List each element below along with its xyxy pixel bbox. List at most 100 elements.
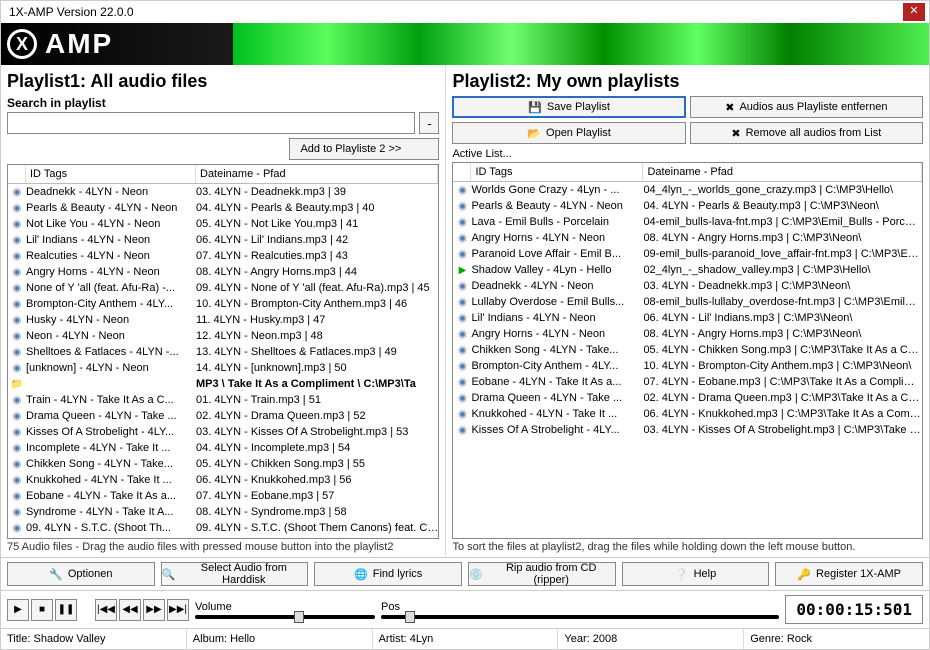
list-item[interactable]: ◉Chikken Song - 4LYN - Take...05. 4LYN -… (8, 456, 438, 472)
list-item[interactable]: ◉Lullaby Overdose - Emil Bulls...08-emil… (453, 294, 922, 310)
list-item[interactable]: ◉Worlds Gone Crazy - 4Lyn - ...04_4lyn_-… (453, 182, 922, 198)
playlist1-col-filename[interactable]: Dateiname - Pfad (196, 165, 438, 183)
window-close-button[interactable]: ✕ (903, 3, 925, 21)
list-item-idtag: Angry Horns - 4LYN - Neon (471, 232, 643, 244)
list-item[interactable]: ◉Eobane - 4LYN - Take It As a...07. 4LYN… (8, 488, 438, 504)
list-item[interactable]: ◉Knukkohed - 4LYN - Take It ...06. 4LYN … (8, 472, 438, 488)
list-item[interactable]: ◉Take It As A Compliment - 4L10. 4LYN - … (8, 536, 438, 538)
list-item[interactable]: ◉Lava - Emil Bulls - Porcelain04-emil_bu… (453, 214, 922, 230)
list-item-filename: 07. 4LYN - Eobane.mp3 | C:\MP3\Take It A… (643, 376, 922, 388)
list-item[interactable]: ◉Syndrome - 4LYN - Take It A...08. 4LYN … (8, 504, 438, 520)
list-item[interactable]: ◉Neon - 4LYN - Neon12. 4LYN - Neon.mp3 |… (8, 328, 438, 344)
options-button[interactable]: 🔧Optionen (7, 562, 155, 586)
list-item[interactable]: ◉Lil' Indians - 4LYN - Neon06. 4LYN - Li… (453, 310, 922, 326)
remove-all-button[interactable]: ✖ Remove all audios from List (690, 122, 923, 144)
list-item[interactable]: ◉Train - 4LYN - Take It As a C...01. 4LY… (8, 392, 438, 408)
forward-button[interactable]: ▶▶ (143, 599, 165, 621)
list-item[interactable]: ◉Lil' Indians - 4LYN - Neon06. 4LYN - Li… (8, 232, 438, 248)
list-item[interactable]: ◉None of Y 'all (feat. Afu-Ra) -...09. 4… (8, 280, 438, 296)
list-item[interactable]: ◉Eobane - 4LYN - Take It As a...07. 4LYN… (453, 374, 922, 390)
list-item-idtag: Husky - 4LYN - Neon (26, 314, 196, 326)
disc-icon: ◉ (453, 201, 471, 212)
list-item[interactable]: ◉Husky - 4LYN - Neon11. 4LYN - Husky.mp3… (8, 312, 438, 328)
list-item[interactable]: ◉Kisses Of A Strobelight - 4LY...03. 4LY… (8, 424, 438, 440)
list-item[interactable]: ◉Deadnekk - 4LYN - Neon03. 4LYN - Deadne… (8, 184, 438, 200)
volume-slider[interactable] (195, 615, 375, 619)
playlist2-col-idtags[interactable]: ID Tags (471, 163, 643, 181)
list-item-idtag: Lil' Indians - 4LYN - Neon (26, 234, 196, 246)
rip-audio-button[interactable]: 💿Rip audio from CD (ripper) (468, 562, 616, 586)
list-item[interactable]: ◉Deadnekk - 4LYN - Neon03. 4LYN - Deadne… (453, 278, 922, 294)
list-item[interactable]: ▶Shadow Valley - 4Lyn - Hello02_4lyn_-_s… (453, 262, 922, 278)
stop-button[interactable]: ■ (31, 599, 53, 621)
list-item[interactable]: ◉Brompton-City Anthem - 4LY...10. 4LYN -… (8, 296, 438, 312)
list-item[interactable]: ◉Kisses Of A Strobelight - 4LY...03. 4LY… (453, 422, 922, 438)
select-audio-harddisk-button[interactable]: 🔍Select Audio from Harddisk (161, 562, 309, 586)
pause-button[interactable]: ❚❚ (55, 599, 77, 621)
rewind-button[interactable]: ◀◀ (119, 599, 141, 621)
list-item[interactable]: ◉Pearls & Beauty - 4LYN - Neon04. 4LYN -… (453, 198, 922, 214)
list-item[interactable]: ◉Paranoid Love Affair - Emil B...09-emil… (453, 246, 922, 262)
key-icon: 🔑 (797, 568, 811, 581)
next-track-button[interactable]: ▶▶| (167, 599, 189, 621)
list-item[interactable]: ◉Chikken Song - 4LYN - Take...05. 4LYN -… (453, 342, 922, 358)
list-item[interactable]: ◉Not Like You - 4LYN - Neon05. 4LYN - No… (8, 216, 438, 232)
list-item-filename: 12. 4LYN - Neon.mp3 | 48 (196, 330, 438, 342)
list-item[interactable]: ◉Angry Horns - 4LYN - Neon08. 4LYN - Ang… (8, 264, 438, 280)
playlist2-hint: To sort the files at playlist2, drag the… (452, 539, 923, 555)
binocular-icon: 🔍 (162, 568, 176, 581)
list-item[interactable]: ◉Brompton-City Anthem - 4LY...10. 4LYN -… (453, 358, 922, 374)
list-item-filename: 09. 4LYN - S.T.C. (Shoot Them Canons) fe… (196, 522, 438, 534)
list-item-filename: 04_4lyn_-_worlds_gone_crazy.mp3 | C:\MP3… (643, 184, 922, 196)
list-item-idtag: Eobane - 4LYN - Take It As a... (471, 376, 643, 388)
list-item-idtag: Knukkohed - 4LYN - Take It ... (26, 474, 196, 486)
list-item[interactable]: ◉Realcuties - 4LYN - Neon07. 4LYN - Real… (8, 248, 438, 264)
list-item[interactable]: ◉09. 4LYN - S.T.C. (Shoot Th...09. 4LYN … (8, 520, 438, 536)
list-item[interactable]: 📁MP3 \ Take It As a Compliment \ C:\MP3\… (8, 376, 438, 392)
disc-icon: ◉ (8, 235, 26, 246)
search-input[interactable] (7, 112, 415, 134)
list-item[interactable]: ◉Pearls & Beauty - 4LYN - Neon04. 4LYN -… (8, 200, 438, 216)
list-item[interactable]: ◉Drama Queen - 4LYN - Take ...02. 4LYN -… (453, 390, 922, 406)
list-item[interactable]: ◉Knukkohed - 4LYN - Take It ...06. 4LYN … (453, 406, 922, 422)
list-item-filename: 10. 4LYN - Brompton-City Anthem.mp3 | 46 (196, 298, 438, 310)
playlist2-col-filename[interactable]: Dateiname - Pfad (643, 163, 922, 181)
list-item[interactable]: ◉Drama Queen - 4LYN - Take ...02. 4LYN -… (8, 408, 438, 424)
help-button[interactable]: ❔Help (622, 562, 770, 586)
open-playlist-button[interactable]: 📂 Open Playlist (452, 122, 685, 144)
list-item-filename: 06. 4LYN - Knukkohed.mp3 | C:\MP3\Take I… (643, 408, 922, 420)
list-item[interactable]: ◉Angry Horns - 4LYN - Neon08. 4LYN - Ang… (453, 326, 922, 342)
window-title: 1X-AMP Version 22.0.0 (5, 5, 903, 19)
play-button[interactable]: ▶ (7, 599, 29, 621)
list-item[interactable]: ◉Shelltoes & Fatlaces - 4LYN -...13. 4LY… (8, 344, 438, 360)
disc-icon: ◉ (453, 345, 471, 356)
list-item-idtag: None of Y 'all (feat. Afu-Ra) -... (26, 282, 196, 294)
playlist1-col-idtags[interactable]: ID Tags (26, 165, 196, 183)
position-slider[interactable] (381, 615, 779, 619)
disc-icon: ◉ (453, 185, 471, 196)
playlist2-list[interactable]: ID Tags Dateiname - Pfad ◉Worlds Gone Cr… (452, 162, 923, 539)
list-item[interactable]: ◉Incomplete - 4LYN - Take It ...04. 4LYN… (8, 440, 438, 456)
list-item-filename: 06. 4LYN - Knukkohed.mp3 | 56 (196, 474, 438, 486)
prev-track-button[interactable]: |◀◀ (95, 599, 117, 621)
list-item-idtag: Deadnekk - 4LYN - Neon (471, 280, 643, 292)
register-button[interactable]: 🔑Register 1X-AMP (775, 562, 923, 586)
list-item-filename: 04. 4LYN - Pearls & Beauty.mp3 | C:\MP3\… (643, 200, 922, 212)
list-item[interactable]: ◉[unknown] - 4LYN - Neon14. 4LYN - [unkn… (8, 360, 438, 376)
disc-icon: ◉ (453, 329, 471, 340)
clear-search-button[interactable]: - (419, 112, 439, 134)
find-lyrics-button[interactable]: 🌐Find lyrics (314, 562, 462, 586)
list-item-idtag: Drama Queen - 4LYN - Take ... (26, 410, 196, 422)
disc-icon: ◉ (453, 377, 471, 388)
wrench-icon: 🔧 (49, 568, 63, 581)
add-to-playlist2-button[interactable]: Add to Playliste 2 >> (289, 138, 439, 160)
remove-selected-button[interactable]: ✖ Audios aus Playliste entfernen (690, 96, 923, 118)
disc-icon: ◉ (8, 443, 26, 454)
list-item-idtag: Drama Queen - 4LYN - Take ... (471, 392, 643, 404)
list-item[interactable]: ◉Angry Horns - 4LYN - Neon08. 4LYN - Ang… (453, 230, 922, 246)
disc-icon: ◉ (453, 361, 471, 372)
disc-icon: ◉ (453, 297, 471, 308)
save-playlist-button[interactable]: 💾 Save Playlist (452, 96, 685, 118)
playlist1-list[interactable]: ID Tags Dateiname - Pfad ◉Deadnekk - 4LY… (7, 164, 439, 539)
disc-icon: ◉ (453, 409, 471, 420)
